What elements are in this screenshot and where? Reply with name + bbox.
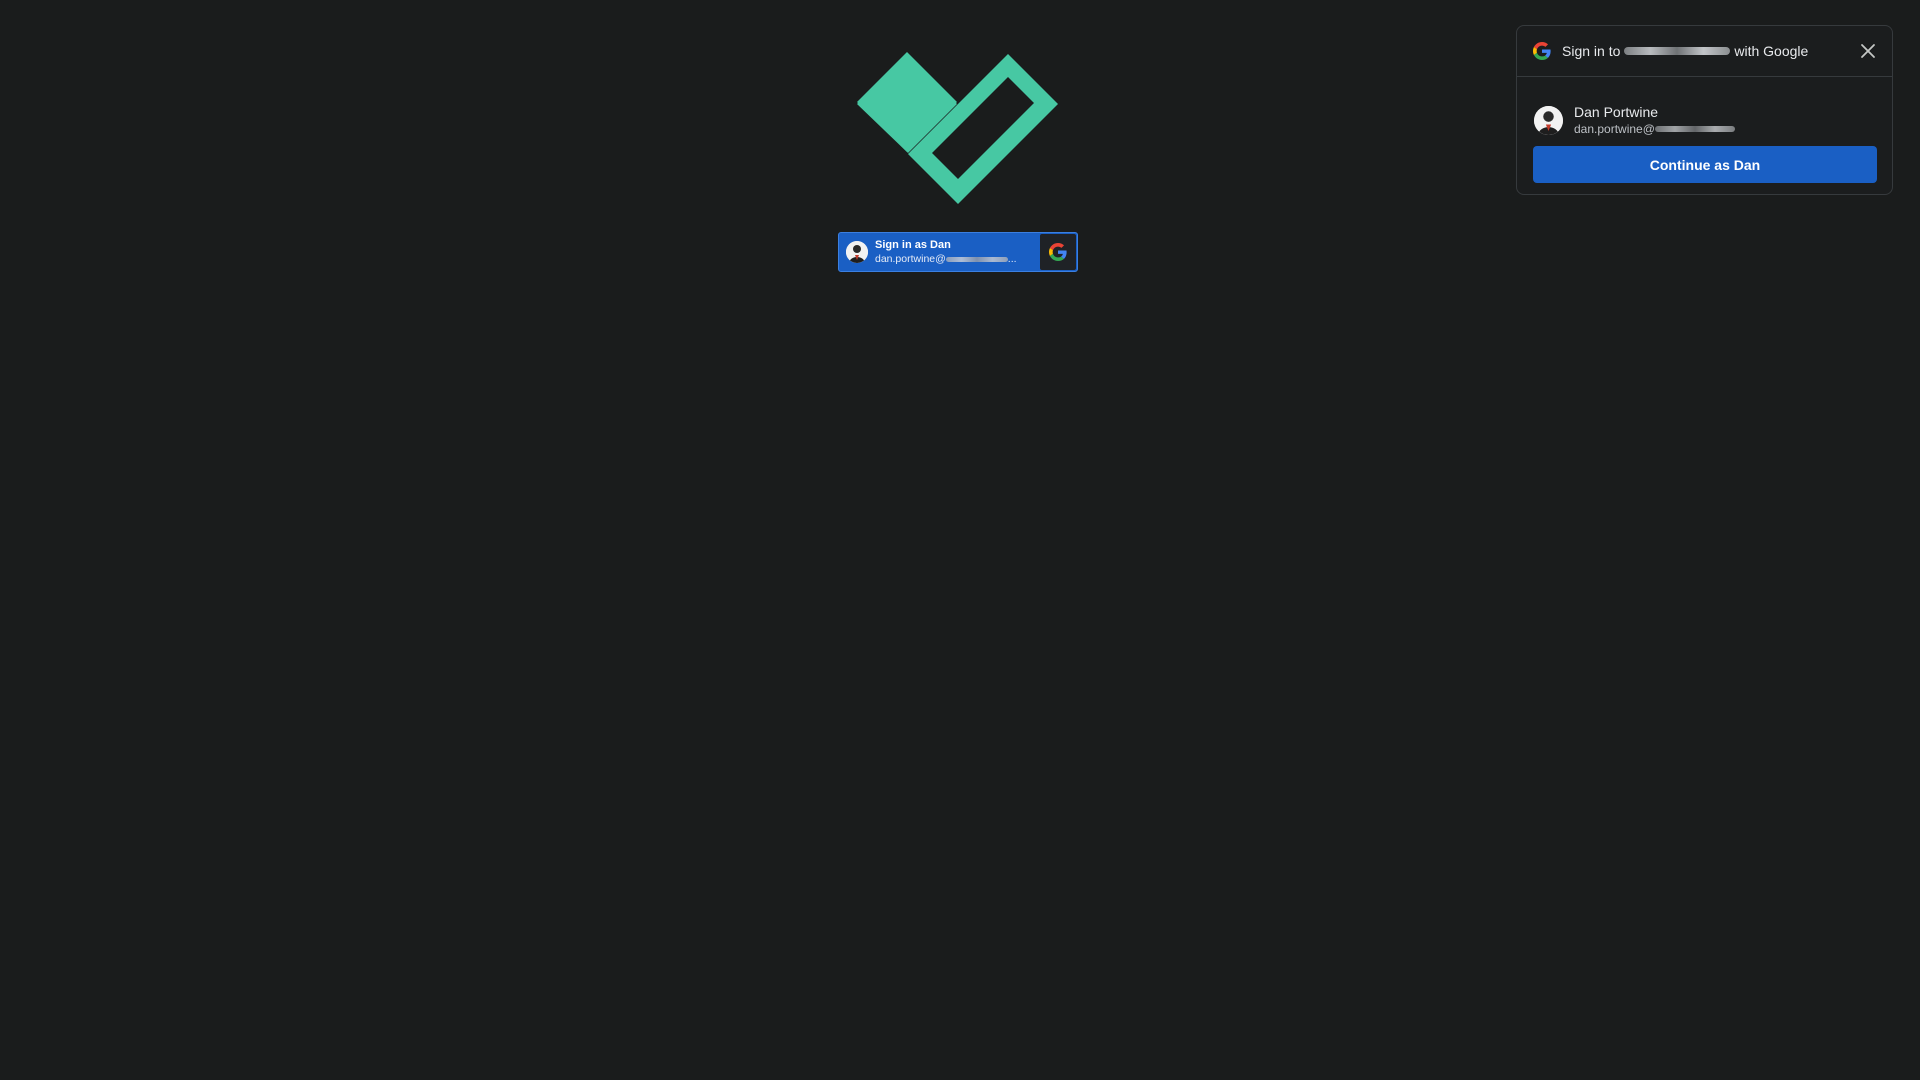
one-tap-title: Sign in to with Google [1562,43,1808,59]
account-email: dan.portwine@ [1574,121,1735,137]
avatar [846,241,868,263]
checkmark-heart-logo-icon [857,52,1058,204]
close-button[interactable] [1858,41,1878,61]
redacted-site-name [1624,47,1731,55]
account-email-prefix: dan.portwine@ [1574,122,1655,136]
user-avatar-icon [846,241,868,263]
one-tap-title-suffix: with Google [1734,43,1809,59]
google-g-icon [1049,243,1067,261]
google-one-tap-panel: Sign in to with Google Dan Portwine dan.… [1516,25,1893,195]
close-icon [1861,44,1875,58]
sign-in-email-prefix: dan.portwine@ [875,253,946,265]
sign-in-email-ellipsis: ... [1007,253,1017,265]
redacted-domain [945,256,1008,262]
account-name: Dan Portwine [1574,104,1659,120]
user-avatar-icon [1534,105,1563,135]
google-g-icon [1533,42,1551,60]
sign-in-title: Sign in as Dan [875,239,951,251]
google-badge [1040,234,1076,270]
one-tap-title-prefix: Sign in to [1562,43,1621,59]
sign-in-email: dan.portwine@ ... [875,252,1035,266]
avatar [1534,105,1563,135]
continue-as-dan-button[interactable]: Continue as Dan [1533,146,1877,183]
sign-in-as-dan-button[interactable]: Sign in as Dan dan.portwine@ ... [838,232,1078,272]
redacted-domain [1654,126,1735,132]
one-tap-header: Sign in to with Google [1517,26,1892,77]
app-logo [857,52,1059,204]
account-row[interactable]: Dan Portwine dan.portwine@ [1517,77,1892,145]
